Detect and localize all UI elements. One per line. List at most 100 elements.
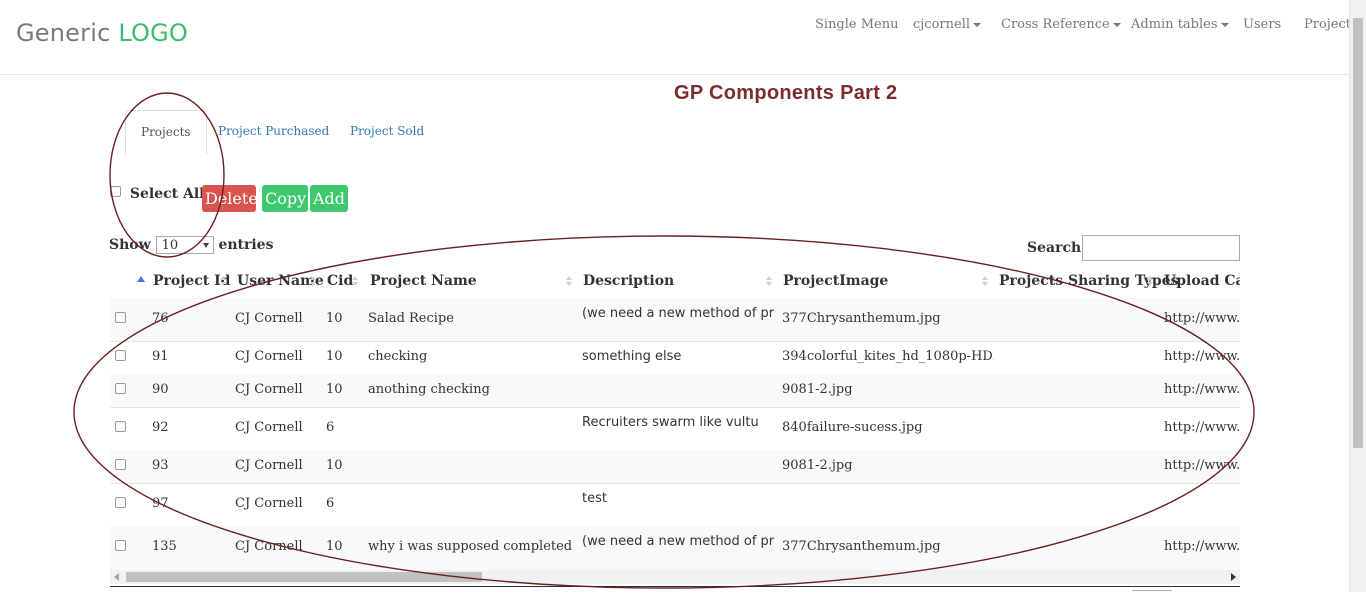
cell-upload-care: http://www.	[1164, 349, 1240, 364]
nav-cross-reference-label: Cross Reference	[1001, 17, 1110, 32]
cell-project-image: 840failure-sucess.jpg	[782, 420, 923, 435]
row-checkbox[interactable]	[115, 540, 126, 551]
column-header-project-id[interactable]: Project Id	[153, 273, 230, 289]
cell-project-name: why i was supposed completed d	[368, 539, 574, 554]
select-all-checkbox[interactable]	[110, 185, 121, 197]
table-row[interactable]: 76 CJ Cornell 10 Salad Recipe (we need a new…	[110, 298, 1240, 342]
cell-cid: 10	[326, 349, 343, 364]
column-header-upload-care[interactable]: Upload Care	[1164, 273, 1240, 289]
cell-project-image: 9081-2.jpg	[782, 458, 853, 473]
entries-per-page-value: 10	[161, 238, 179, 253]
cell-cid: 6	[326, 496, 335, 511]
cell-project-id: 76	[152, 311, 169, 326]
column-header-cid[interactable]: Cid	[327, 273, 353, 289]
sort-icon	[566, 276, 572, 288]
table-row[interactable]: 135 CJ Cornell 10 why i was supposed comple…	[110, 526, 1240, 570]
sort-icon	[220, 276, 226, 288]
cell-user-name: CJ Cornell	[235, 539, 303, 554]
scroll-left-arrow-icon[interactable]	[114, 573, 119, 581]
add-button[interactable]: Add	[310, 185, 348, 212]
cell-project-id: 135	[152, 539, 177, 554]
cell-upload-care: http://www.	[1164, 311, 1240, 326]
dropdown-arrow-icon	[202, 243, 209, 248]
caret-down-icon	[1112, 22, 1121, 27]
select-all-control[interactable]: Select All	[110, 185, 205, 202]
table-horizontal-scrollbar[interactable]	[110, 570, 1240, 584]
select-all-label: Select All	[129, 186, 205, 202]
row-checkbox[interactable]	[115, 350, 126, 361]
nav-users[interactable]: Users	[1243, 17, 1281, 32]
page-vertical-scrollbar[interactable]	[1349, 0, 1366, 592]
cell-project-id: 97	[152, 496, 169, 511]
row-checkbox[interactable]	[115, 421, 126, 432]
tab-bar: Projects Project Purchased Project Sold	[110, 110, 610, 155]
cell-project-id: 90	[152, 382, 169, 397]
entries-label: entries	[218, 237, 274, 253]
cell-user-name: CJ Cornell	[235, 349, 303, 364]
cell-description: (we need a new method of pr	[582, 306, 774, 321]
search-label: Search:	[1027, 240, 1087, 256]
sort-icon	[766, 276, 772, 288]
scroll-right-arrow-icon[interactable]	[1231, 573, 1236, 581]
sort-icon	[310, 276, 316, 288]
cell-cid: 10	[326, 539, 343, 554]
row-checkbox[interactable]	[115, 459, 126, 470]
cell-project-name: anothing checking	[368, 382, 490, 397]
tab-project-purchased[interactable]: Project Purchased	[218, 110, 329, 152]
nav-user-label: cjcornell	[913, 17, 971, 32]
cell-project-name: Salad Recipe	[368, 311, 454, 326]
copy-button[interactable]: Copy	[262, 185, 308, 212]
table-row[interactable]: 90 CJ Cornell 10 anothing checking 9081-2.jp…	[110, 374, 1240, 408]
logo[interactable]: Generic LOGO	[16, 19, 188, 47]
scrollbar-thumb[interactable]	[1353, 18, 1363, 448]
cell-project-id: 91	[152, 349, 169, 364]
nav-admin-tables[interactable]: Admin tables	[1131, 17, 1229, 32]
cell-upload-care: http://www.	[1164, 420, 1240, 435]
cell-user-name: CJ Cornell	[235, 420, 303, 435]
table-row[interactable]: 92 CJ Cornell 6 Recruiters swarm like vultu…	[110, 407, 1240, 451]
cell-project-image: 394colorful_kites_hd_1080p-HD.	[782, 349, 994, 364]
sort-icon	[982, 276, 988, 288]
nav-single-menu[interactable]: Single Menu	[815, 17, 899, 32]
table-footer-divider	[110, 586, 1240, 587]
cell-description: Recruiters swarm like vultu	[582, 415, 759, 430]
logo-accent-text: LOGO	[118, 19, 189, 47]
row-checkbox[interactable]	[115, 383, 126, 394]
cell-upload-care: http://www.	[1164, 539, 1240, 554]
sort-icon	[1147, 276, 1153, 288]
row-checkbox[interactable]	[115, 497, 126, 508]
cell-cid: 10	[326, 458, 343, 473]
cell-cid: 6	[326, 420, 335, 435]
entries-length-control: Show 10 entries	[109, 236, 273, 254]
sort-ascending-icon[interactable]	[137, 276, 145, 282]
nav-user-dropdown[interactable]: cjcornell	[913, 17, 982, 32]
cell-project-image: 377Chrysanthemum.jpg	[782, 311, 941, 326]
table-row[interactable]: 91 CJ Cornell 10 checking something else 394c…	[110, 341, 1240, 375]
cell-upload-care: http://www.	[1164, 458, 1240, 473]
column-header-description[interactable]: Description	[583, 273, 674, 289]
cell-project-image: 9081-2.jpg	[782, 382, 853, 397]
search-input[interactable]	[1082, 235, 1240, 261]
caret-down-icon	[1220, 22, 1229, 27]
scrollbar-thumb[interactable]	[126, 572, 482, 582]
page-title: GP Components Part 2	[674, 82, 898, 104]
cell-project-id: 93	[152, 458, 169, 473]
table-row[interactable]: 93 CJ Cornell 10 9081-2.jpg http://www.	[110, 450, 1240, 484]
nav-cross-reference[interactable]: Cross Reference	[1001, 17, 1121, 32]
table-row[interactable]: 97 CJ Cornell 6 test	[110, 483, 1240, 527]
cell-user-name: CJ Cornell	[235, 496, 303, 511]
tab-projects[interactable]: Projects	[125, 110, 207, 155]
top-navbar: Generic LOGO Single Menu cjcornell Cross…	[0, 0, 1358, 75]
column-header-project-image[interactable]: ProjectImage	[783, 273, 888, 289]
entries-per-page-select[interactable]: 10	[155, 236, 214, 254]
cell-cid: 10	[326, 382, 343, 397]
cell-project-id: 92	[152, 420, 169, 435]
delete-button[interactable]: Delete	[202, 185, 258, 212]
column-header-project-name[interactable]: Project Name	[370, 273, 477, 289]
row-checkbox[interactable]	[115, 312, 126, 323]
cell-description: test	[582, 491, 607, 506]
cell-user-name: CJ Cornell	[235, 382, 303, 397]
logo-text: Generic	[16, 19, 111, 47]
projects-table: Project Id User Name Cid Project Name De…	[110, 264, 1240, 570]
tab-project-sold[interactable]: Project Sold	[350, 110, 424, 152]
